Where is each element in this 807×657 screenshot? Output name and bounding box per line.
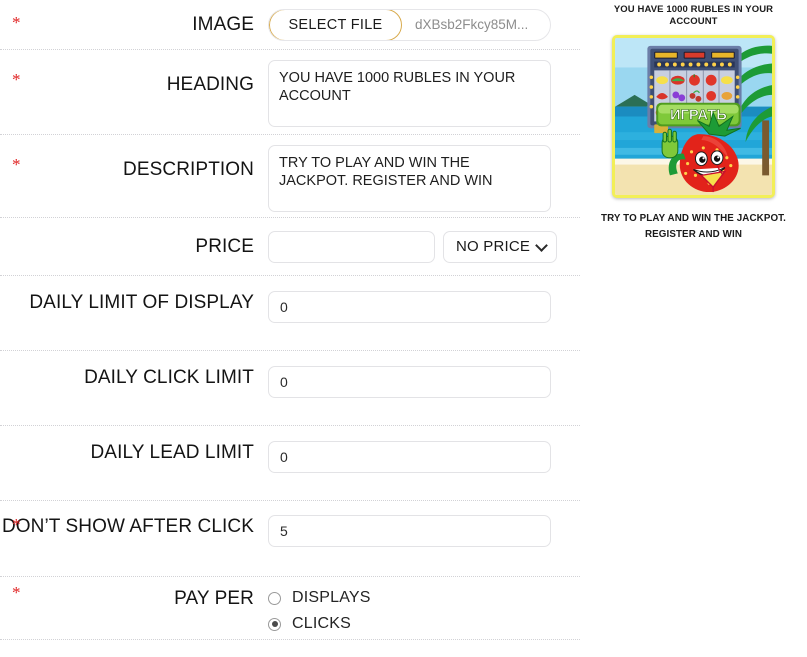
radio-icon-clicks[interactable] (268, 617, 281, 631)
form-row-price: PRICE NO PRICE (0, 218, 580, 276)
form-row-daily-lead-limit: DAILY LEAD LIMIT (0, 426, 580, 501)
pay-per-radio-group: DISPLAYS CLICKS (268, 587, 371, 633)
form-row-dont-show-after-click: * DON’T SHOW AFTER CLICK (0, 501, 580, 577)
radio-option-displays[interactable]: DISPLAYS (268, 589, 371, 607)
required-asterisk-dont-show-after-click: * (12, 515, 21, 534)
chevron-down-icon (535, 238, 548, 252)
field-pay-per: DISPLAYS CLICKS (268, 587, 568, 633)
label-daily-lead-limit-text: DAILY LEAD LIMIT (90, 442, 254, 463)
preview-description-line-2: REGISTER AND WIN (644, 229, 743, 240)
label-dont-show-after-click: * DON’T SHOW AFTER CLICK (0, 515, 268, 538)
label-dont-show-after-click-text: DON’T SHOW AFTER CLICK (1, 516, 254, 537)
ad-creative-editor: * IMAGE SELECT FILE dXBsb2Fkcy85M... * H… (0, 0, 807, 657)
preview-banner-image[interactable]: ИГРАТЬ (612, 35, 775, 198)
radio-option-clicks[interactable]: CLICKS (268, 615, 371, 633)
heading-textarea[interactable] (268, 60, 551, 127)
form-row-description: * DESCRIPTION (0, 135, 580, 218)
daily-lead-limit-input[interactable] (268, 441, 551, 473)
label-image: * IMAGE (0, 0, 268, 50)
label-description-text: DESCRIPTION (123, 159, 254, 180)
price-type-value: NO PRICE (456, 238, 531, 255)
price-input[interactable] (268, 230, 435, 263)
dont-show-after-click-input[interactable] (268, 515, 551, 547)
required-asterisk-image: * (12, 12, 21, 32)
ad-preview-panel: YOU HAVE 1000 RUBLES IN YOUR ACCOUNT ИГР… (580, 0, 807, 657)
file-picker[interactable]: SELECT FILE dXBsb2Fkcy85M... (268, 8, 551, 41)
slot-machine-strawberry-illustration: ИГРАТЬ (615, 38, 772, 195)
ad-form-panel: * IMAGE SELECT FILE dXBsb2Fkcy85M... * H… (0, 0, 580, 657)
label-daily-limit-of-display: DAILY LIMIT OF DISPLAY (0, 291, 268, 314)
label-pay-per: * PAY PER (0, 583, 268, 610)
label-pay-per-text: PAY PER (174, 588, 254, 609)
preview-heading: YOU HAVE 1000 RUBLES IN YOUR ACCOUNT (613, 4, 774, 27)
radio-icon-displays[interactable] (268, 591, 281, 605)
label-daily-click-limit-text: DAILY CLICK LIMIT (84, 367, 254, 388)
field-heading (268, 60, 568, 127)
label-description: * DESCRIPTION (0, 145, 268, 181)
label-price: PRICE (0, 235, 268, 258)
field-daily-lead-limit (268, 441, 568, 473)
preview-description: TRY TO PLAY AND WIN THE JACKPOT. REGISTE… (594, 211, 794, 243)
label-daily-click-limit: DAILY CLICK LIMIT (0, 366, 268, 389)
label-price-text: PRICE (195, 236, 254, 257)
selected-file-name: dXBsb2Fkcy85M... (415, 17, 529, 32)
label-image-text: IMAGE (192, 13, 254, 35)
label-daily-limit-of-display-text: DAILY LIMIT OF DISPLAY (29, 292, 254, 313)
price-type-select[interactable]: NO PRICE (443, 230, 558, 263)
required-asterisk-heading: * (12, 70, 21, 89)
form-row-daily-limit-of-display: DAILY LIMIT OF DISPLAY (0, 276, 580, 351)
description-textarea[interactable] (268, 145, 551, 212)
preview-description-line-1: TRY TO PLAY AND WIN THE JACKPOT. (600, 213, 786, 224)
label-daily-lead-limit: DAILY LEAD LIMIT (0, 441, 268, 464)
field-dont-show-after-click (268, 515, 568, 547)
label-heading-text: HEADING (166, 74, 254, 95)
form-row-daily-click-limit: DAILY CLICK LIMIT (0, 351, 580, 426)
field-image: SELECT FILE dXBsb2Fkcy85M... (268, 8, 568, 41)
required-asterisk-pay-per: * (12, 583, 21, 602)
field-description (268, 145, 568, 212)
field-price: NO PRICE (268, 230, 568, 263)
radio-label-clicks: CLICKS (292, 615, 351, 632)
select-file-button[interactable]: SELECT FILE (269, 9, 402, 40)
radio-label-displays: DISPLAYS (292, 589, 371, 606)
form-row-heading: * HEADING (0, 50, 580, 135)
daily-limit-of-display-input[interactable] (268, 291, 551, 323)
field-daily-limit-of-display (268, 291, 568, 323)
daily-click-limit-input[interactable] (268, 366, 551, 398)
form-row-image: * IMAGE SELECT FILE dXBsb2Fkcy85M... (0, 0, 580, 50)
form-row-pay-per: * PAY PER DISPLAYS CLICKS (0, 577, 580, 640)
label-heading: * HEADING (0, 60, 268, 96)
required-asterisk-description: * (12, 155, 21, 174)
field-daily-click-limit (268, 366, 568, 398)
